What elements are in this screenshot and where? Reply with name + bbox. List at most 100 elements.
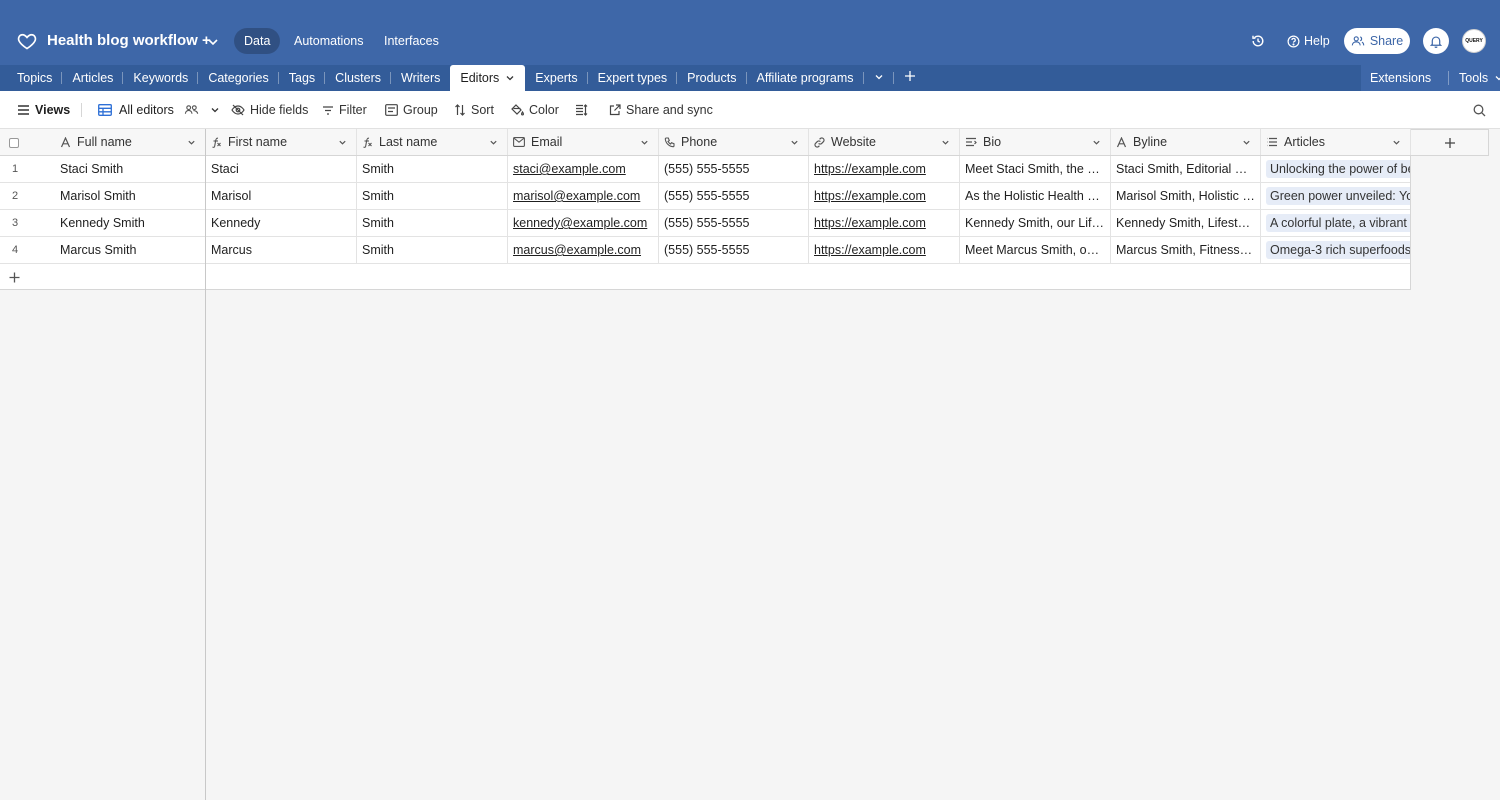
column-header-byline[interactable]: Byline	[1111, 129, 1261, 155]
views-button[interactable]: Views	[17, 101, 70, 119]
column-header-bio[interactable]: Bio	[960, 129, 1111, 155]
chevron-down-icon[interactable]	[941, 138, 950, 147]
cell-byline[interactable]: Marcus Smith, Fitness an…	[1111, 237, 1261, 263]
tab-keywords[interactable]: Keywords	[123, 65, 199, 91]
help-button[interactable]: Help	[1287, 28, 1330, 54]
chevron-down-icon[interactable]	[206, 35, 220, 49]
chevron-down-icon[interactable]	[489, 138, 498, 147]
cell-last-name[interactable]: Smith	[357, 183, 508, 209]
cell-website[interactable]: https://example.com	[809, 237, 960, 263]
search-button[interactable]	[1473, 101, 1486, 119]
column-header-articles[interactable]: Articles	[1261, 129, 1411, 155]
mode-tab-interfaces[interactable]: Interfaces	[374, 28, 449, 54]
chevron-down-icon[interactable]	[338, 138, 347, 147]
chevron-down-icon[interactable]	[1392, 138, 1401, 147]
hide-fields-button[interactable]: Hide fields	[231, 101, 308, 119]
linked-record-chip[interactable]: Green power unveiled: Your	[1266, 187, 1410, 205]
view-switcher[interactable]: All editors	[98, 101, 220, 119]
color-button[interactable]: Color	[511, 101, 559, 119]
column-header-first-name[interactable]: First name	[206, 129, 357, 155]
history-button[interactable]	[1251, 28, 1265, 54]
notifications-button[interactable]	[1423, 28, 1449, 54]
tab-tags[interactable]: Tags	[279, 65, 326, 91]
chevron-down-icon[interactable]	[640, 138, 649, 147]
cell-website[interactable]: https://example.com	[809, 156, 960, 182]
chevron-down-icon[interactable]	[1092, 138, 1101, 147]
cell-bio[interactable]: As the Holistic Health Edi…	[960, 183, 1111, 209]
add-field-button[interactable]	[1411, 129, 1489, 156]
cell-articles[interactable]: Green power unveiled: Your	[1261, 183, 1411, 209]
cell-last-name[interactable]: Smith	[357, 210, 508, 236]
table-row[interactable]: 4 Marcus Smith Marcus Smith marcus@examp…	[0, 237, 1411, 264]
cell-full-name[interactable]: Kennedy Smith	[55, 210, 206, 236]
more-tables-button[interactable]	[864, 65, 894, 91]
cell-articles[interactable]: Unlocking the power of berr	[1261, 156, 1411, 182]
cell-byline[interactable]: Staci Smith, Editorial Well…	[1111, 156, 1261, 182]
cell-full-name[interactable]: Marisol Smith	[55, 183, 206, 209]
cell-email[interactable]: marcus@example.com	[508, 237, 659, 263]
filter-button[interactable]: Filter	[322, 101, 367, 119]
base-title[interactable]: Health blog workflow +	[47, 32, 211, 49]
cell-phone[interactable]: (555) 555-5555	[659, 183, 809, 209]
table-row[interactable]: 2 Marisol Smith Marisol Smith marisol@ex…	[0, 183, 1411, 210]
add-record-row[interactable]	[0, 264, 1411, 290]
tools-button[interactable]: Tools	[1459, 71, 1500, 85]
cell-phone[interactable]: (555) 555-5555	[659, 237, 809, 263]
tab-editors[interactable]: Editors	[450, 65, 526, 91]
table-row[interactable]: 3 Kennedy Smith Kennedy Smith kennedy@ex…	[0, 210, 1411, 237]
cell-first-name[interactable]: Kennedy	[206, 210, 357, 236]
cell-first-name[interactable]: Staci	[206, 156, 357, 182]
column-header-email[interactable]: Email	[508, 129, 659, 155]
tab-topics[interactable]: Topics	[7, 65, 63, 91]
cell-website[interactable]: https://example.com	[809, 183, 960, 209]
cell-phone[interactable]: (555) 555-5555	[659, 210, 809, 236]
extensions-button[interactable]: Extensions	[1370, 71, 1431, 85]
share-button[interactable]: Share	[1344, 28, 1410, 54]
sort-button[interactable]: Sort	[454, 101, 494, 119]
select-all-checkbox[interactable]	[9, 138, 19, 148]
cell-articles[interactable]: A colorful plate, a vibrant yo	[1261, 210, 1411, 236]
column-header-full-name[interactable]: Full name	[55, 129, 206, 155]
cell-website[interactable]: https://example.com	[809, 210, 960, 236]
cell-bio[interactable]: Meet Staci Smith, the edit…	[960, 156, 1111, 182]
cell-last-name[interactable]: Smith	[357, 237, 508, 263]
tab-expert-types[interactable]: Expert types	[588, 65, 678, 91]
share-sync-button[interactable]: Share and sync	[609, 101, 713, 119]
tab-clusters[interactable]: Clusters	[325, 65, 391, 91]
add-table-button[interactable]	[894, 65, 926, 91]
cell-articles[interactable]: Omega-3 rich superfoods: r	[1261, 237, 1411, 263]
cell-bio[interactable]: Meet Marcus Smith, our F…	[960, 237, 1111, 263]
tab-products[interactable]: Products	[677, 65, 747, 91]
cell-email[interactable]: kennedy@example.com	[508, 210, 659, 236]
tab-experts[interactable]: Experts	[525, 65, 589, 91]
tab-affiliate-programs[interactable]: Affiliate programs	[747, 65, 864, 91]
tab-writers[interactable]: Writers	[391, 65, 450, 91]
chevron-down-icon[interactable]	[790, 138, 799, 147]
linked-record-chip[interactable]: A colorful plate, a vibrant yo	[1266, 214, 1410, 232]
cell-byline[interactable]: Kennedy Smith, Lifestyle …	[1111, 210, 1261, 236]
cell-full-name[interactable]: Marcus Smith	[55, 237, 206, 263]
tab-categories[interactable]: Categories	[198, 65, 280, 91]
cell-first-name[interactable]: Marcus	[206, 237, 357, 263]
chevron-down-icon[interactable]	[187, 138, 196, 147]
linked-record-chip[interactable]: Omega-3 rich superfoods: r	[1266, 241, 1410, 259]
cell-email[interactable]: marisol@example.com	[508, 183, 659, 209]
cell-email[interactable]: staci@example.com	[508, 156, 659, 182]
column-header-last-name[interactable]: Last name	[357, 129, 508, 155]
heart-icon[interactable]	[17, 31, 37, 51]
cell-phone[interactable]: (555) 555-5555	[659, 156, 809, 182]
row-height-button[interactable]	[575, 101, 588, 119]
column-header-phone[interactable]: Phone	[659, 129, 809, 155]
cell-last-name[interactable]: Smith	[357, 156, 508, 182]
mode-tab-automations[interactable]: Automations	[284, 28, 373, 54]
avatar[interactable]: QUERY	[1462, 29, 1486, 53]
cell-bio[interactable]: Kennedy Smith, our Lifest…	[960, 210, 1111, 236]
column-header-website[interactable]: Website	[809, 129, 960, 155]
table-row[interactable]: 1 Staci Smith Staci Smith staci@example.…	[0, 156, 1411, 183]
chevron-down-icon[interactable]	[505, 73, 515, 83]
mode-tab-data[interactable]: Data	[234, 28, 281, 54]
cell-byline[interactable]: Marisol Smith, Holistic He…	[1111, 183, 1261, 209]
linked-record-chip[interactable]: Unlocking the power of berr	[1266, 160, 1410, 178]
tab-articles[interactable]: Articles	[62, 65, 124, 91]
chevron-down-icon[interactable]	[1242, 138, 1251, 147]
